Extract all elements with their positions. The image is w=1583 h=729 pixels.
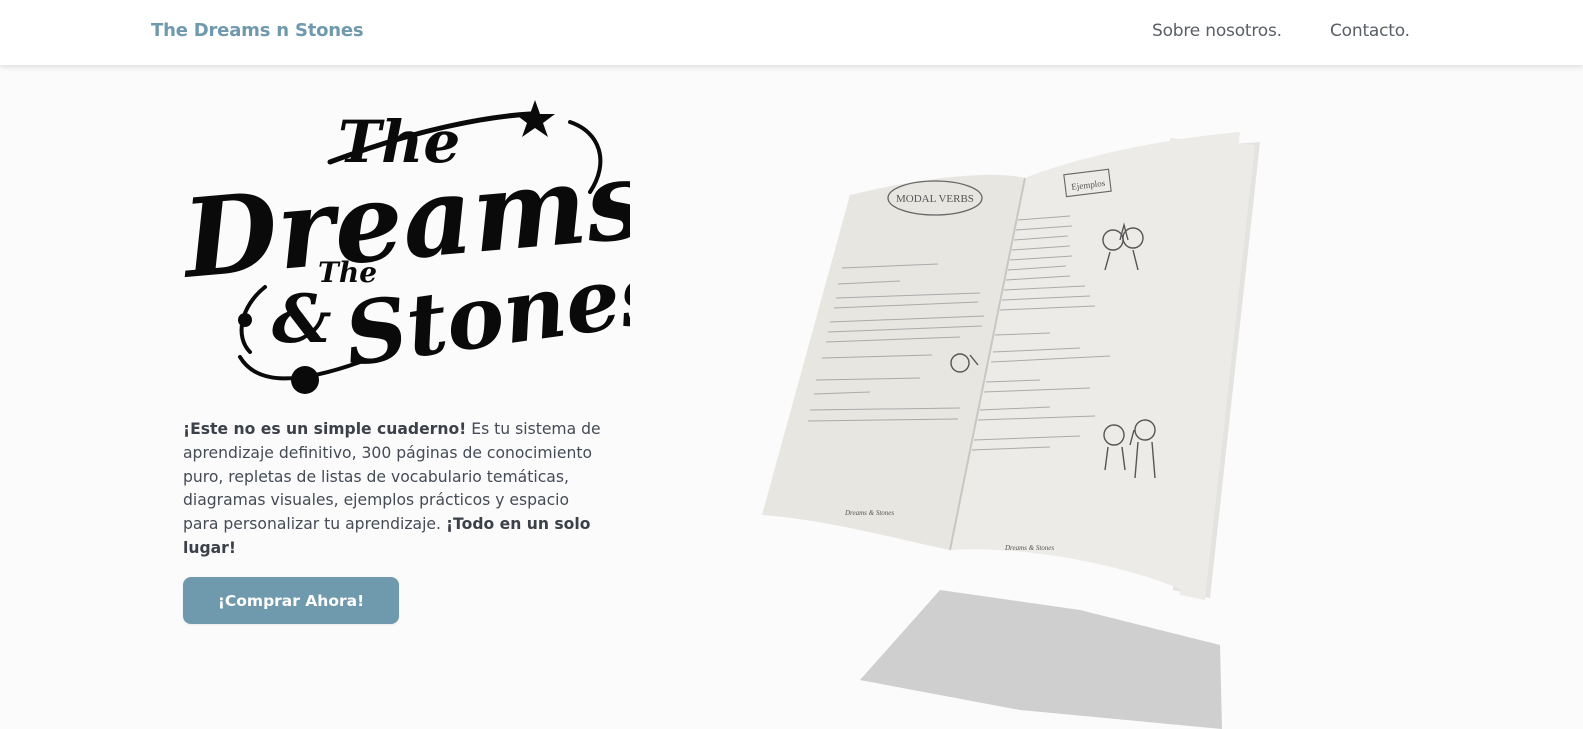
dreams-stones-logo: The Dreams & The Stones	[180, 100, 630, 394]
navbar: The Dreams n Stones Sobre nosotros. Cont…	[0, 0, 1583, 65]
open-notebook-image: MODAL VERBS Ejemplos Dreams & Stones Dre…	[762, 132, 1260, 729]
nav-link-contact[interactable]: Contacto.	[1330, 21, 1410, 41]
logo-ampersand: &	[272, 280, 332, 358]
nav-link-about[interactable]: Sobre nosotros.	[1152, 21, 1282, 41]
brand-link[interactable]: The Dreams n Stones	[151, 20, 364, 41]
hero-lead-bold: ¡Este no es un simple cuaderno!	[183, 420, 467, 438]
book-left-footer-logo: Dreams & Stones	[844, 509, 894, 517]
buy-now-button[interactable]: ¡Comprar Ahora!	[183, 577, 399, 624]
book-left-heading: MODAL VERBS	[896, 193, 974, 205]
hero-description: ¡Este no es un simple cuaderno! Es tu si…	[183, 418, 608, 561]
book-right-footer-logo: Dreams & Stones	[1004, 544, 1054, 552]
